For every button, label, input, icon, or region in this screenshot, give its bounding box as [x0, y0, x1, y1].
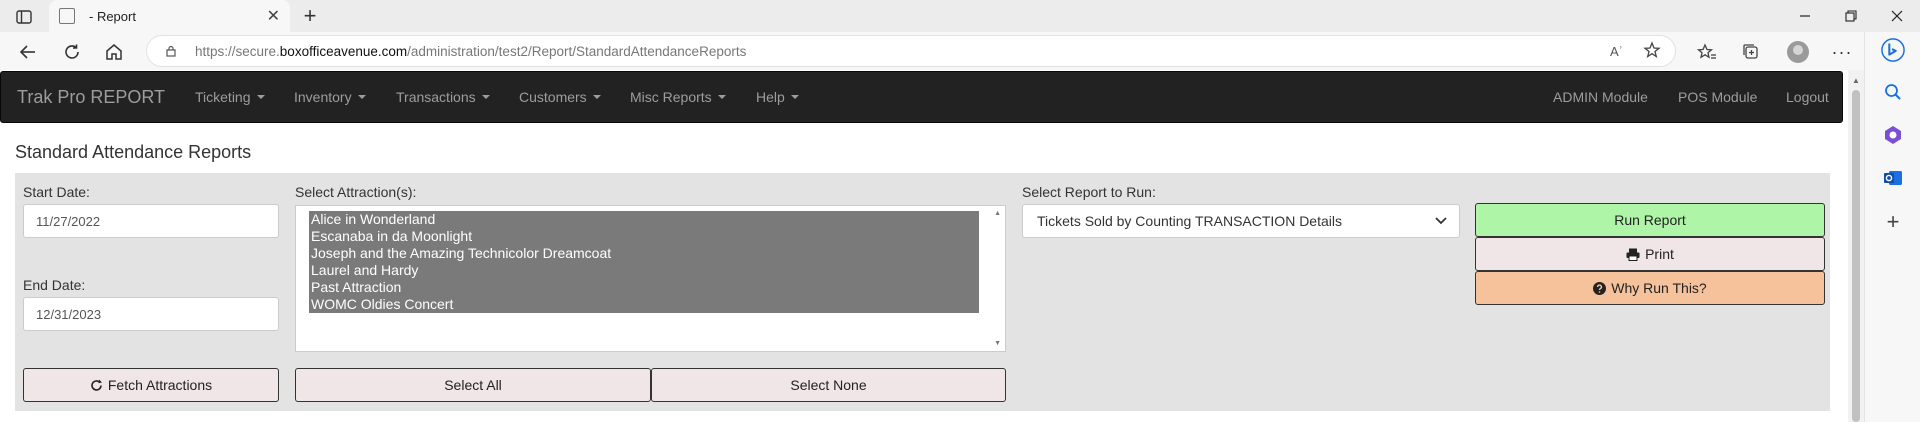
outlook-icon[interactable] — [1881, 166, 1905, 190]
close-window-icon[interactable] — [1874, 0, 1920, 32]
refresh-icon — [91, 379, 102, 391]
caret-down-icon — [717, 95, 726, 99]
fetch-attractions-label: Fetch Attractions — [107, 377, 213, 393]
scrollbar-thumb[interactable] — [1852, 90, 1860, 422]
attraction-option[interactable]: Joseph and the Amazing Technicolor Dream… — [309, 245, 979, 262]
end-date-label: End Date: — [23, 277, 86, 293]
listbox-scroll-down-icon[interactable]: ▼ — [994, 340, 1001, 347]
address-bar-row: https://secure.boxofficeavenue.com/admin… — [0, 32, 1920, 70]
attraction-option[interactable]: Escanaba in da Moonlight — [309, 228, 979, 245]
nav-link-pos-module[interactable]: POS Module — [1678, 89, 1757, 105]
caret-down-icon — [256, 95, 265, 99]
caret-down-icon — [790, 95, 799, 99]
page-favicon-icon — [59, 8, 75, 24]
brand-link[interactable]: Trak Pro REPORT — [17, 87, 165, 108]
nav-menu-customers[interactable]: Customers — [519, 89, 601, 105]
run-report-button[interactable]: Run Report — [1475, 203, 1825, 237]
url-text[interactable]: https://secure.boxofficeavenue.com/admin… — [195, 44, 746, 59]
listbox-scroll-up-icon[interactable]: ▲ — [994, 210, 1001, 217]
caret-down-icon — [592, 95, 601, 99]
add-favorite-icon[interactable] — [1643, 40, 1661, 62]
favorites-icon[interactable] — [1694, 40, 1720, 64]
browser-tab-report[interactable]: - Report ✕ — [49, 0, 290, 32]
new-tab-icon[interactable]: + — [296, 3, 324, 28]
browser-tab-bar: - Report ✕ + — [0, 0, 1920, 32]
page-scrollbar[interactable]: ▲ — [1848, 70, 1864, 422]
print-label: Print — [1645, 246, 1674, 262]
url-bar[interactable]: https://secure.boxofficeavenue.com/admin… — [146, 35, 1676, 67]
attractions-listbox[interactable]: Alice in Wonderland Escanaba in da Moonl… — [295, 205, 1006, 352]
nav-menu-transactions[interactable]: Transactions — [396, 89, 490, 105]
select-none-label: Select None — [790, 377, 867, 393]
printer-icon — [1626, 248, 1640, 261]
read-aloud-icon[interactable]: Aʾ — [1610, 44, 1623, 59]
why-run-this-button[interactable]: Why Run This? — [1475, 271, 1825, 305]
home-icon[interactable] — [100, 39, 128, 65]
restore-icon[interactable] — [1828, 0, 1874, 32]
minimize-icon[interactable] — [1782, 0, 1828, 32]
search-icon[interactable] — [1881, 80, 1905, 104]
select-all-button[interactable]: Select All — [295, 368, 651, 402]
close-tab-icon[interactable]: ✕ — [267, 6, 280, 26]
more-options-icon[interactable]: ··· — [1829, 40, 1855, 64]
run-report-label: Run Report — [1614, 212, 1686, 228]
attraction-option[interactable]: Past Attraction — [309, 279, 979, 296]
end-date-input[interactable]: 12/31/2023 — [23, 297, 279, 331]
nav-menu-misc-reports[interactable]: Misc Reports — [630, 89, 726, 105]
attractions-label: Select Attraction(s): — [295, 184, 417, 200]
report-form-panel: Start Date: 11/27/2022 End Date: 12/31/2… — [15, 173, 1830, 411]
lock-icon[interactable] — [165, 45, 177, 57]
fetch-attractions-button[interactable]: Fetch Attractions — [23, 368, 279, 402]
add-sidebar-app-icon[interactable]: + — [1881, 209, 1905, 234]
nav-link-admin-module[interactable]: ADMIN Module — [1553, 89, 1648, 105]
profile-avatar[interactable] — [1785, 40, 1811, 64]
back-icon[interactable] — [14, 39, 42, 65]
tab-title: - Report — [89, 8, 136, 24]
nav-menu-inventory[interactable]: Inventory — [294, 89, 366, 105]
why-run-this-label: Why Run This? — [1611, 280, 1707, 296]
attraction-option[interactable]: Laurel and Hardy — [309, 262, 979, 279]
nav-link-logout[interactable]: Logout — [1786, 89, 1829, 105]
select-all-label: Select All — [444, 377, 502, 393]
tab-actions-icon — [16, 10, 32, 24]
tab-actions-button[interactable] — [10, 5, 38, 29]
edge-sidebar: + — [1864, 32, 1920, 422]
attraction-option[interactable]: WOMC Oldies Concert — [309, 296, 979, 313]
top-navbar: Trak Pro REPORT Ticketing Inventory Tran… — [0, 71, 1843, 123]
page-content: Trak Pro REPORT Ticketing Inventory Tran… — [0, 70, 1848, 422]
report-select-value: Tickets Sold by Counting TRANSACTION Det… — [1037, 213, 1342, 229]
caret-down-icon — [481, 95, 490, 99]
report-select-label: Select Report to Run: — [1022, 184, 1156, 200]
page-title: Standard Attendance Reports — [15, 142, 252, 162]
copilot-icon[interactable] — [1881, 123, 1905, 147]
caret-down-icon — [357, 95, 366, 99]
scroll-up-icon[interactable]: ▲ — [1852, 76, 1860, 85]
nav-menu-ticketing[interactable]: Ticketing — [195, 89, 265, 105]
start-date-label: Start Date: — [23, 184, 90, 200]
print-button[interactable]: Print — [1475, 237, 1825, 271]
nav-menu-help[interactable]: Help — [756, 89, 799, 105]
chevron-down-icon — [1435, 217, 1447, 225]
select-none-button[interactable]: Select None — [651, 368, 1006, 402]
report-select[interactable]: Tickets Sold by Counting TRANSACTION Det… — [1022, 204, 1460, 238]
question-circle-icon — [1593, 281, 1607, 295]
bing-icon[interactable] — [1881, 38, 1905, 62]
collections-icon[interactable] — [1738, 40, 1764, 64]
attraction-option[interactable]: Alice in Wonderland — [309, 211, 979, 228]
start-date-input[interactable]: 11/27/2022 — [23, 204, 279, 238]
refresh-icon[interactable] — [58, 39, 86, 65]
